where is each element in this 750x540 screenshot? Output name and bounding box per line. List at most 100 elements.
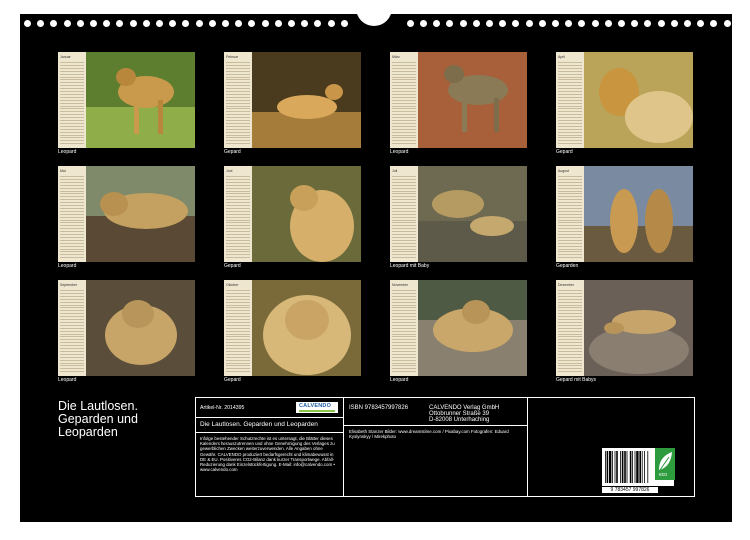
binding-hole xyxy=(697,20,705,27)
month-thumbnail-august: August Geparden xyxy=(556,166,693,276)
date-line xyxy=(558,108,582,110)
date-line xyxy=(392,120,416,121)
date-strip: November xyxy=(390,280,418,376)
date-line xyxy=(392,67,416,69)
date-line xyxy=(558,234,582,235)
date-line xyxy=(558,245,582,247)
date-strip: Juni xyxy=(224,166,252,262)
binding-hole xyxy=(420,20,427,27)
date-line xyxy=(392,140,416,142)
date-line xyxy=(558,102,582,104)
date-line xyxy=(392,178,416,180)
barcode-bar xyxy=(647,451,649,483)
date-line xyxy=(558,345,582,347)
date-line xyxy=(392,359,416,361)
date-line xyxy=(558,210,582,212)
date-line xyxy=(60,105,84,107)
date-line xyxy=(226,359,250,361)
date-line xyxy=(60,242,84,244)
date-line xyxy=(226,245,250,247)
date-line xyxy=(392,91,416,92)
date-line xyxy=(558,219,582,221)
date-line xyxy=(226,362,250,364)
date-strip: April xyxy=(556,52,584,148)
month-caption: Gepard xyxy=(556,149,573,155)
date-line xyxy=(60,96,84,98)
date-line xyxy=(392,111,416,113)
barcode-bar xyxy=(636,451,639,483)
binding-hole xyxy=(129,20,137,27)
divider xyxy=(344,425,527,426)
date-line xyxy=(226,190,250,192)
month-name: August xyxy=(558,169,569,173)
date-line xyxy=(392,310,416,312)
date-line xyxy=(392,333,416,335)
month-thumbnail-june: Juni Gepard xyxy=(224,166,361,276)
month-caption: Leopard xyxy=(58,377,77,383)
date-line xyxy=(60,353,84,355)
cheetah-photo xyxy=(252,52,361,148)
date-line xyxy=(226,316,250,318)
binding-hole xyxy=(103,20,111,27)
logo-bar xyxy=(299,410,335,412)
cheetahs-photo xyxy=(584,166,693,262)
date-line xyxy=(226,356,250,358)
date-line xyxy=(392,219,416,221)
month-thumbnail-april: April Gepard xyxy=(556,52,693,162)
date-line xyxy=(558,365,582,367)
date-line xyxy=(60,176,84,177)
binding-hole xyxy=(327,20,335,27)
date-line xyxy=(392,193,416,195)
barcode-digits: 9 783457 997826 xyxy=(602,487,658,493)
date-line xyxy=(60,178,84,180)
barcode-bar xyxy=(614,451,616,483)
date-line xyxy=(60,324,84,326)
date-line xyxy=(392,327,416,329)
date-line xyxy=(60,76,84,78)
date-line xyxy=(558,91,582,92)
date-line xyxy=(60,93,84,95)
date-line xyxy=(226,295,250,297)
date-line xyxy=(558,304,582,306)
binding-hole xyxy=(76,20,84,27)
date-line xyxy=(558,64,582,66)
date-line xyxy=(392,251,416,253)
date-line xyxy=(60,292,84,294)
date-line xyxy=(60,316,84,318)
date-line xyxy=(226,143,250,145)
date-line xyxy=(60,248,84,250)
month-name: November xyxy=(392,283,409,287)
date-line xyxy=(558,131,582,133)
date-line xyxy=(226,70,250,72)
date-line xyxy=(392,202,416,204)
date-line xyxy=(392,82,416,84)
date-line xyxy=(392,345,416,347)
date-line xyxy=(226,345,250,347)
date-line xyxy=(226,88,250,90)
binding-hole xyxy=(472,20,480,27)
binding-hole xyxy=(446,20,454,27)
date-line xyxy=(60,73,84,75)
date-line xyxy=(558,342,582,344)
date-line xyxy=(60,231,84,233)
date-line xyxy=(226,242,250,244)
date-line xyxy=(226,307,250,309)
date-line xyxy=(226,239,250,241)
date-line xyxy=(226,76,250,78)
date-line xyxy=(226,330,250,332)
binding-hole xyxy=(512,20,520,27)
barcode-bar xyxy=(612,451,613,483)
date-line xyxy=(558,321,582,323)
date-line xyxy=(558,88,582,90)
binding-hole xyxy=(37,20,45,27)
month-thumbnail-september: September Leopard xyxy=(58,280,195,390)
month-caption: Gepard xyxy=(224,377,241,383)
date-line xyxy=(60,321,84,323)
binding-hole xyxy=(631,20,639,27)
date-line xyxy=(558,184,582,186)
date-line xyxy=(60,365,84,367)
date-line xyxy=(392,102,416,104)
date-line xyxy=(226,176,250,177)
date-line xyxy=(60,245,84,247)
date-line xyxy=(392,254,416,256)
